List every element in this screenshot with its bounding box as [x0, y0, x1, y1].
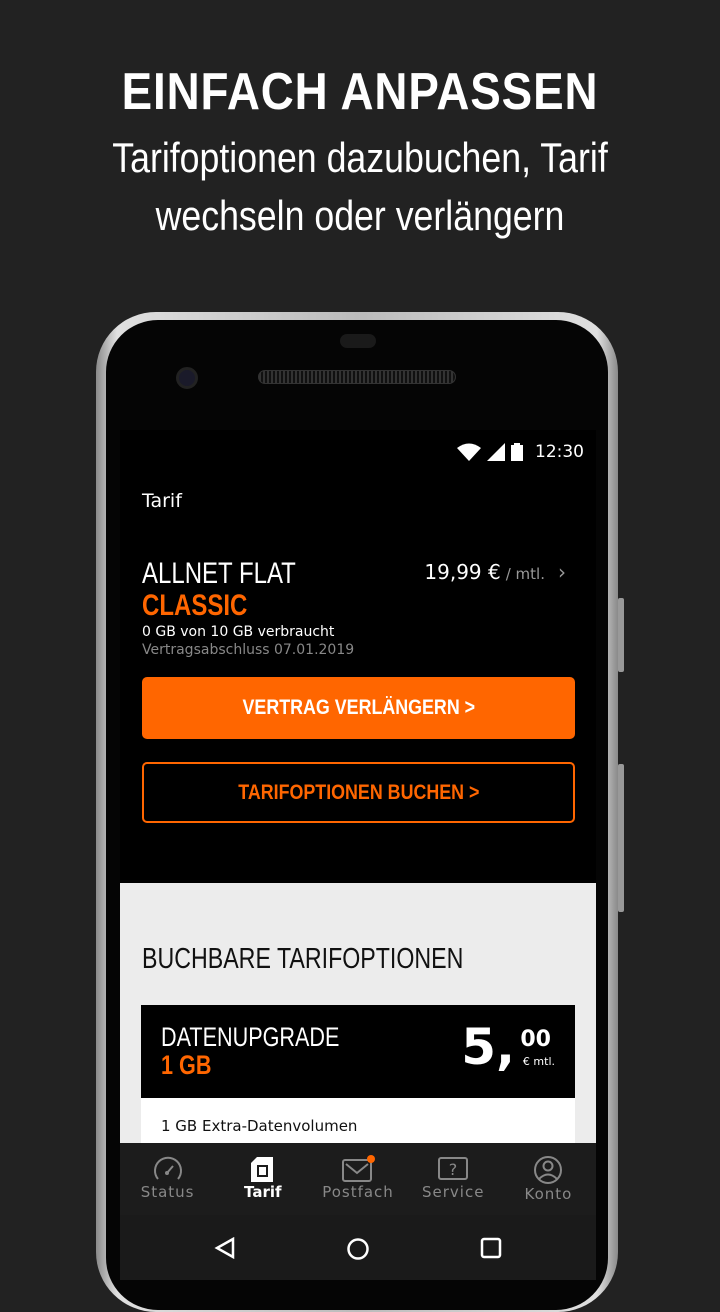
wifi-icon	[457, 443, 481, 461]
app-screen: 12:30 Tarif ALLNET FLAT CLASSIC 0 GB von…	[120, 430, 596, 1280]
chevron-right-icon: ›	[558, 560, 566, 584]
option-description: 1 GB Extra-Datenvolumen	[161, 1117, 358, 1135]
nav-item-konto[interactable]: Konto	[501, 1143, 596, 1215]
power-button	[618, 598, 624, 672]
status-bar: 12:30	[457, 442, 584, 462]
plan-tier: CLASSIC	[142, 589, 248, 622]
option-price-unit: € mtl.	[522, 1055, 555, 1068]
promo-subtitle: wechseln oder verlängern	[155, 192, 565, 239]
back-icon[interactable]	[214, 1237, 236, 1259]
mail-icon	[342, 1155, 375, 1182]
svg-text:?: ?	[449, 1160, 458, 1179]
option-card[interactable]: DATENUPGRADE 1 GB 5, 00 € mtl.	[141, 1005, 575, 1098]
bottom-nav: Status Tarif Postfach ? Service Konto	[120, 1143, 596, 1215]
home-icon[interactable]	[346, 1237, 370, 1261]
option-size: 1 GB	[161, 1050, 212, 1080]
speaker-grille	[258, 370, 456, 384]
price-link[interactable]: 19,99 € / mtl. ›	[424, 560, 566, 584]
book-options-button[interactable]: TARIFOPTIONEN BUCHEN >	[142, 762, 575, 823]
volume-button	[618, 764, 624, 912]
speedometer-icon	[153, 1156, 182, 1180]
battery-icon	[511, 443, 523, 461]
renew-contract-button[interactable]: VERTRAG VERLÄNGERN >	[142, 677, 575, 739]
nav-item-tarif[interactable]: Tarif	[215, 1143, 310, 1215]
promo-title: EINFACH ANPASSEN	[121, 63, 599, 121]
sensor	[340, 334, 376, 348]
nav-item-service[interactable]: ? Service	[406, 1143, 501, 1215]
price-unit: / mtl.	[505, 565, 545, 583]
user-icon	[534, 1156, 563, 1184]
help-icon: ?	[438, 1157, 469, 1180]
options-section: BUCHBARE TARIFOPTIONEN DATENUPGRADE 1 GB…	[120, 883, 596, 1148]
plan-price: 19,99 €	[424, 560, 501, 584]
option-details: 1 GB Extra-Datenvolumen	[141, 1098, 575, 1148]
section-heading: BUCHBARE TARIFOPTIONEN	[142, 943, 464, 975]
option-price-int: 5,	[461, 1018, 515, 1076]
usage-text: 0 GB von 10 GB verbraucht	[142, 624, 335, 640]
nav-item-status[interactable]: Status	[120, 1143, 215, 1215]
recents-icon[interactable]	[480, 1237, 502, 1259]
camera	[176, 367, 198, 389]
option-name: DATENUPGRADE	[161, 1022, 340, 1052]
option-price-dec: 00	[520, 1027, 551, 1052]
clock: 12:30	[535, 442, 584, 462]
contract-date: Vertragsabschluss 07.01.2019	[142, 642, 355, 658]
promo-subtitle: Tarifoptionen dazubuchen, Tarif	[112, 134, 608, 181]
plan-name: ALLNET FLAT	[142, 557, 296, 590]
signal-icon	[487, 443, 505, 461]
nav-item-postfach[interactable]: Postfach	[310, 1143, 405, 1215]
system-nav-bar	[120, 1215, 596, 1280]
sim-card-icon	[250, 1157, 273, 1182]
page-title: Tarif	[142, 490, 182, 512]
